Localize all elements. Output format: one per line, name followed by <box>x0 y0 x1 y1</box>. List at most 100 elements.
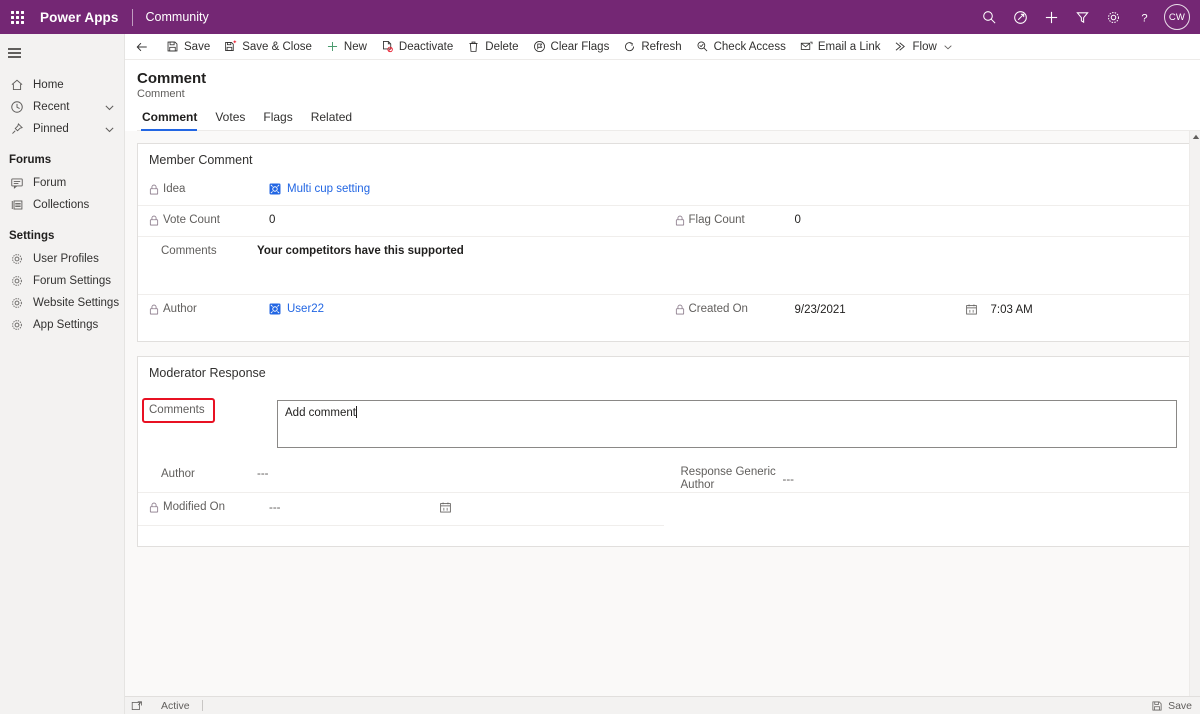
hamburger-icon <box>8 46 21 61</box>
tab-comment[interactable]: Comment <box>137 110 206 131</box>
field-empty <box>664 493 1190 526</box>
chevron-down-icon[interactable] <box>104 102 115 113</box>
calendar-icon[interactable] <box>439 501 455 514</box>
label-text: Idea <box>163 183 186 195</box>
form-row: Author --- Response Generic Author --- <box>138 460 1189 493</box>
form-content: Member Comment Idea Multi cup setting Vo… <box>125 131 1200 696</box>
page-title: Comment <box>137 70 207 87</box>
sidebar-item-label: App Settings <box>33 319 99 331</box>
sidebar-group-settings: Settings <box>9 230 55 242</box>
tab-votes[interactable]: Votes <box>206 110 254 130</box>
lock-icon <box>149 303 159 319</box>
cmd-label: Clear Flags <box>550 40 610 53</box>
field-response-generic-author[interactable]: Response Generic Author --- <box>663 460 1189 493</box>
app-shell: Home Recent Pinned Forums Forum Collecti… <box>0 34 1200 714</box>
save-close-icon <box>224 40 237 53</box>
app-launcher-icon[interactable] <box>0 0 34 34</box>
settings-gear-icon[interactable] <box>1098 0 1129 34</box>
deactivate-button[interactable]: Deactivate <box>374 35 460 59</box>
save-icon <box>166 40 179 53</box>
diagnostics-icon[interactable] <box>1005 0 1036 34</box>
sidebar-item-forum-settings[interactable]: Forum Settings <box>0 270 124 292</box>
form-row: Idea Multi cup setting <box>138 175 1189 206</box>
gear-icon <box>9 317 25 333</box>
field-label: Modified On <box>149 493 269 517</box>
sidebar-group-forums: Forums <box>9 154 52 166</box>
comments-textarea[interactable]: Add comment <box>277 400 1177 448</box>
form-row: Modified On --- <box>138 493 1189 526</box>
avatar[interactable]: CW <box>1164 4 1190 30</box>
field-idea[interactable]: Idea Multi cup setting <box>138 175 664 206</box>
check-access-button[interactable]: Check Access <box>689 35 793 59</box>
field-value: Your competitors have this supported <box>257 245 464 257</box>
suite-bar: Power Apps Community ? CW <box>0 0 1200 34</box>
tab-flags[interactable]: Flags <box>254 110 301 130</box>
sidebar-item-forum[interactable]: Forum <box>0 172 124 194</box>
comments-textarea-value: Add comment <box>285 407 356 419</box>
scroll-up-arrow-icon[interactable] <box>1190 131 1200 143</box>
help-icon[interactable]: ? <box>1129 0 1160 34</box>
brand-label[interactable]: Power Apps <box>40 10 119 25</box>
refresh-button[interactable]: Refresh <box>616 35 688 59</box>
tab-related[interactable]: Related <box>302 110 361 130</box>
clock-icon <box>9 99 25 115</box>
flow-button[interactable]: Flow <box>887 35 959 59</box>
sidebar-item-collections[interactable]: Collections <box>0 194 124 216</box>
sidebar-item-app-settings[interactable]: App Settings <box>0 314 124 336</box>
field-modified-on[interactable]: Modified On --- <box>138 493 664 526</box>
field-flag-count[interactable]: Flag Count 0 <box>663 206 1189 237</box>
author-link[interactable]: User22 <box>269 303 324 315</box>
email-a-link-button[interactable]: Email a Link <box>793 35 888 59</box>
clear-flags-button[interactable]: Clear Flags <box>526 35 617 59</box>
home-icon <box>9 77 25 93</box>
field-moderator-comments[interactable]: Comments Add comment <box>138 388 1189 460</box>
open-form-icon[interactable] <box>131 700 143 712</box>
field-label: Idea <box>149 175 269 199</box>
cmd-label: Save <box>184 40 211 53</box>
search-icon[interactable] <box>974 0 1005 34</box>
save-button[interactable]: Save <box>159 35 217 59</box>
chevron-down-icon[interactable] <box>943 42 953 52</box>
label-text: Vote Count <box>163 214 220 226</box>
form-header: Comment Comment Comment Votes Flags Rela… <box>125 60 1200 131</box>
sidebar-item-label: Forum Settings <box>33 275 111 287</box>
lock-icon <box>149 183 159 199</box>
sidebar-item-pinned[interactable]: Pinned <box>0 118 124 140</box>
entity-icon <box>269 303 281 315</box>
field-value: 0 <box>269 214 276 226</box>
chevron-down-icon[interactable] <box>104 124 115 135</box>
field-value: 9/23/2021 7:03 AM <box>795 295 1178 318</box>
label-text: Flag Count <box>688 214 745 226</box>
record-status: Active <box>161 699 190 712</box>
field-created-on[interactable]: Created On 9/23/2021 7:03 AM <box>664 295 1190 327</box>
filter-icon[interactable] <box>1067 0 1098 34</box>
lock-icon <box>675 214 685 230</box>
brand-separator <box>131 8 133 26</box>
field-moderator-author[interactable]: Author --- <box>138 460 664 493</box>
back-arrow-icon[interactable] <box>129 35 155 59</box>
sidebar-item-website-settings[interactable]: Website Settings <box>0 292 124 314</box>
app-name-label[interactable]: Community <box>146 10 209 24</box>
new-button[interactable]: New <box>319 35 374 59</box>
pin-icon <box>9 121 25 137</box>
field-member-comments[interactable]: Comments Your competitors have this supp… <box>138 237 1189 295</box>
idea-link[interactable]: Multi cup setting <box>269 183 370 195</box>
field-vote-count[interactable]: Vote Count 0 <box>138 206 664 237</box>
save-and-close-button[interactable]: Save & Close <box>217 35 319 59</box>
field-author[interactable]: Author User22 <box>138 295 664 327</box>
sidebar-item-recent[interactable]: Recent <box>0 96 124 118</box>
sidebar-item-user-profiles[interactable]: User Profiles <box>0 248 124 270</box>
sidebar-item-home[interactable]: Home <box>0 74 124 96</box>
footer-save-button[interactable]: Save <box>1151 700 1200 712</box>
sidebar-collapse-button[interactable] <box>0 38 125 68</box>
vertical-scrollbar[interactable] <box>1189 131 1200 696</box>
modified-on-value: --- <box>269 501 281 514</box>
calendar-icon[interactable] <box>965 303 981 316</box>
cmd-label: Save & Close <box>242 40 312 53</box>
gear-icon <box>9 295 25 311</box>
status-bar: Active Save <box>125 696 1200 714</box>
waffle-grid <box>10 10 24 24</box>
field-empty <box>663 175 1189 206</box>
plus-icon[interactable] <box>1036 0 1067 34</box>
delete-button[interactable]: Delete <box>460 35 525 59</box>
